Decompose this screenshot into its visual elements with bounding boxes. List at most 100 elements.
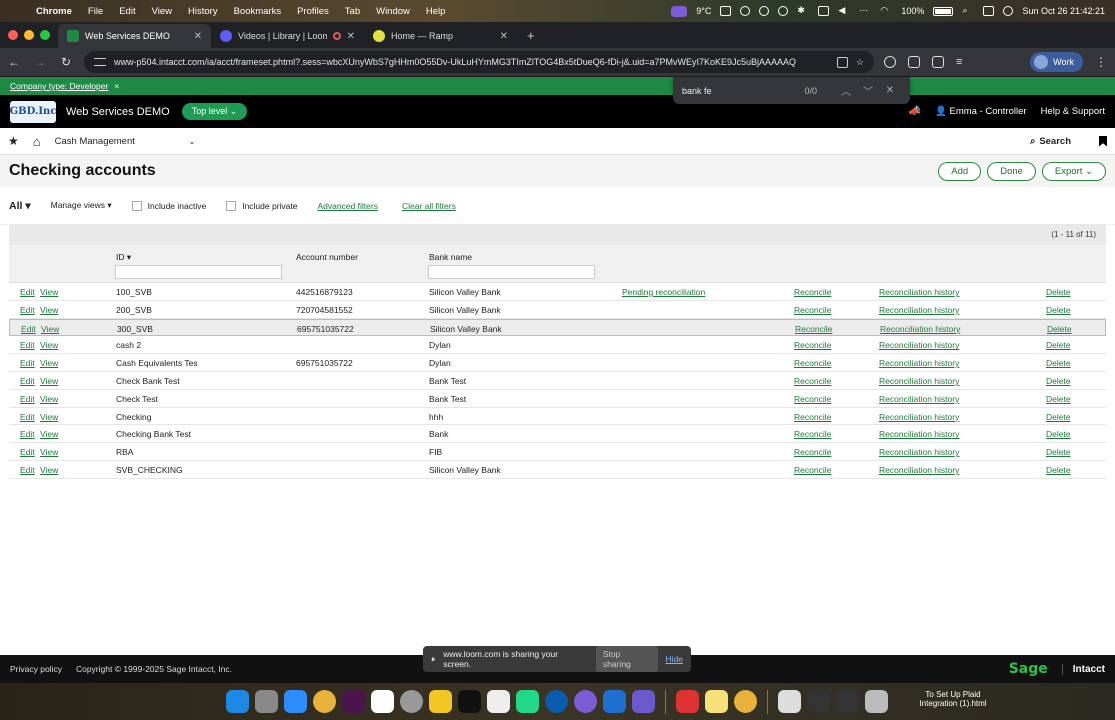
chrome-alt-icon[interactable]: [734, 690, 757, 713]
wifi-icon[interactable]: ◠: [880, 5, 892, 17]
battery-icon[interactable]: [933, 6, 954, 16]
reconciliation-history-link[interactable]: Reconciliation history: [879, 358, 959, 368]
sync-icon[interactable]: [778, 6, 789, 16]
play-menu-icon[interactable]: [740, 6, 751, 16]
reconcile-link[interactable]: Reconcile: [794, 287, 831, 297]
delete-link[interactable]: Delete: [1047, 324, 1072, 334]
advanced-filters-link[interactable]: Advanced filters: [318, 201, 378, 211]
table-row[interactable]: Edit View Cash Equivalents Tes 695751035722…: [9, 354, 1106, 372]
table-row[interactable]: Edit View SVB_CHECKING Silicon Valley Bank R…: [9, 461, 1106, 479]
table-row[interactable]: Edit View 200_SVB 720704581552 Silicon Valle…: [9, 301, 1106, 319]
delete-link[interactable]: Delete: [1046, 287, 1071, 297]
view-link[interactable]: View: [40, 287, 58, 297]
terminal-icon[interactable]: [458, 690, 481, 713]
menu-app-name[interactable]: Chrome: [28, 6, 80, 17]
delete-link[interactable]: Delete: [1046, 340, 1071, 350]
checkbox-box[interactable]: [131, 200, 142, 211]
user-menu[interactable]: 👤 Emma - Controller: [935, 106, 1027, 117]
maximize-window-button[interactable]: [40, 30, 50, 40]
menu-help[interactable]: Help: [418, 6, 454, 17]
table-row[interactable]: Edit View cash 2 Dylan Reconcile Reconciliati…: [9, 336, 1106, 355]
reconciliation-history-link[interactable]: Reconciliation history: [879, 465, 959, 475]
reading-list-icon[interactable]: ≡: [956, 56, 962, 68]
moon-icon[interactable]: [759, 6, 770, 16]
document-icon[interactable]: [778, 690, 801, 713]
back-icon[interactable]: ←: [6, 55, 22, 69]
weather-label[interactable]: 9°C: [696, 6, 711, 16]
checkbox-box[interactable]: [226, 200, 237, 211]
zoom-icon[interactable]: [284, 690, 307, 713]
loom-app-icon[interactable]: [574, 690, 597, 713]
view-link[interactable]: View: [40, 429, 58, 439]
menu-tab[interactable]: Tab: [337, 6, 368, 17]
reconciliation-history-link[interactable]: Reconciliation history: [879, 340, 959, 350]
profile-button[interactable]: Work: [1030, 52, 1083, 72]
reconcile-link[interactable]: Reconcile: [795, 324, 832, 334]
launchpad-icon[interactable]: [255, 690, 278, 713]
page-action-icon[interactable]: [836, 56, 848, 68]
1password-icon[interactable]: [884, 56, 896, 68]
column-header-account[interactable]: Account number: [296, 252, 358, 262]
stop-sharing-button[interactable]: Stop sharing: [595, 646, 658, 672]
dictionary-icon[interactable]: [676, 690, 699, 713]
chrome-icon[interactable]: [313, 690, 336, 713]
view-link[interactable]: View: [40, 412, 58, 422]
clear-filters-link[interactable]: Clear all filters: [402, 201, 456, 211]
find-input[interactable]: bank fe: [682, 86, 804, 96]
vscode-icon[interactable]: [603, 690, 626, 713]
menu-bookmarks[interactable]: Bookmarks: [226, 6, 290, 17]
find-previous-icon[interactable]: ︿: [835, 83, 857, 98]
find-next-icon[interactable]: ﹀: [857, 83, 879, 98]
address-bar[interactable]: www-p504.intacct.com/ia/acct/frameset.ph…: [84, 51, 874, 73]
edit-link[interactable]: Edit: [20, 447, 35, 457]
company-type-text[interactable]: Company type: Developer: [10, 81, 108, 91]
view-link[interactable]: View: [40, 340, 58, 350]
volume-icon[interactable]: ◀: [838, 5, 850, 17]
site-info-icon[interactable]: [94, 58, 106, 66]
help-support-link[interactable]: Help & Support: [1041, 106, 1105, 117]
close-tab-icon[interactable]: ✕: [500, 31, 508, 42]
megaphone-icon[interactable]: 📣: [909, 106, 921, 117]
bookmark-star-icon[interactable]: ☆: [856, 57, 864, 68]
bookmark-icon[interactable]: [1099, 135, 1107, 147]
reconciliation-history-link[interactable]: Reconciliation history: [879, 305, 959, 315]
siri-icon[interactable]: [1003, 6, 1014, 16]
preview-icon[interactable]: [632, 690, 655, 713]
banner-close-icon[interactable]: ×: [114, 81, 119, 91]
menu-view[interactable]: View: [144, 6, 180, 17]
dots-icon[interactable]: ⋯: [859, 5, 871, 17]
edit-link[interactable]: Edit: [20, 412, 35, 422]
menu-window[interactable]: Window: [368, 6, 418, 17]
reconcile-link[interactable]: Reconcile: [794, 394, 831, 404]
reconcile-link[interactable]: Reconcile: [794, 358, 831, 368]
bluetooth-icon[interactable]: ✱: [797, 5, 809, 17]
menu-history[interactable]: History: [180, 6, 226, 17]
close-window-button[interactable]: [8, 30, 18, 40]
delete-link[interactable]: Delete: [1046, 412, 1071, 422]
edit-link[interactable]: Edit: [20, 394, 35, 404]
desktop-file-label[interactable]: To Set Up Plaid Integration (1).html: [908, 690, 998, 708]
view-link[interactable]: View: [41, 324, 59, 334]
reload-icon[interactable]: ↻: [58, 55, 74, 69]
delete-link[interactable]: Delete: [1046, 358, 1071, 368]
reconcile-link[interactable]: Reconcile: [794, 376, 831, 386]
home-icon[interactable]: ⌂: [33, 134, 41, 149]
privacy-policy-link[interactable]: Privacy policy: [10, 664, 62, 674]
favorites-star-icon[interactable]: ★: [8, 134, 19, 148]
view-link[interactable]: View: [40, 376, 58, 386]
table-row[interactable]: Edit View Checking hhh Reconcile Reconciliati…: [9, 408, 1106, 426]
delete-link[interactable]: Delete: [1046, 429, 1071, 439]
edit-link[interactable]: Edit: [21, 324, 36, 334]
pending-reconciliation-link[interactable]: Pending reconciliation: [622, 287, 705, 297]
clock[interactable]: Sun Oct 26 21:42:21: [1022, 6, 1105, 16]
view-link[interactable]: View: [40, 305, 58, 315]
find-close-icon[interactable]: ✕: [879, 85, 901, 96]
reconcile-link[interactable]: Reconcile: [794, 340, 831, 350]
reconciliation-history-link[interactable]: Reconciliation history: [879, 394, 959, 404]
browser-tab-loom[interactable]: Videos | Library | Loom ✕: [211, 24, 364, 48]
settings-icon[interactable]: [400, 690, 423, 713]
edit-link[interactable]: Edit: [20, 340, 35, 350]
input-source-icon[interactable]: [818, 6, 830, 16]
edit-link[interactable]: Edit: [20, 429, 35, 439]
url-text[interactable]: www-p504.intacct.com/ia/acct/frameset.ph…: [114, 57, 829, 67]
